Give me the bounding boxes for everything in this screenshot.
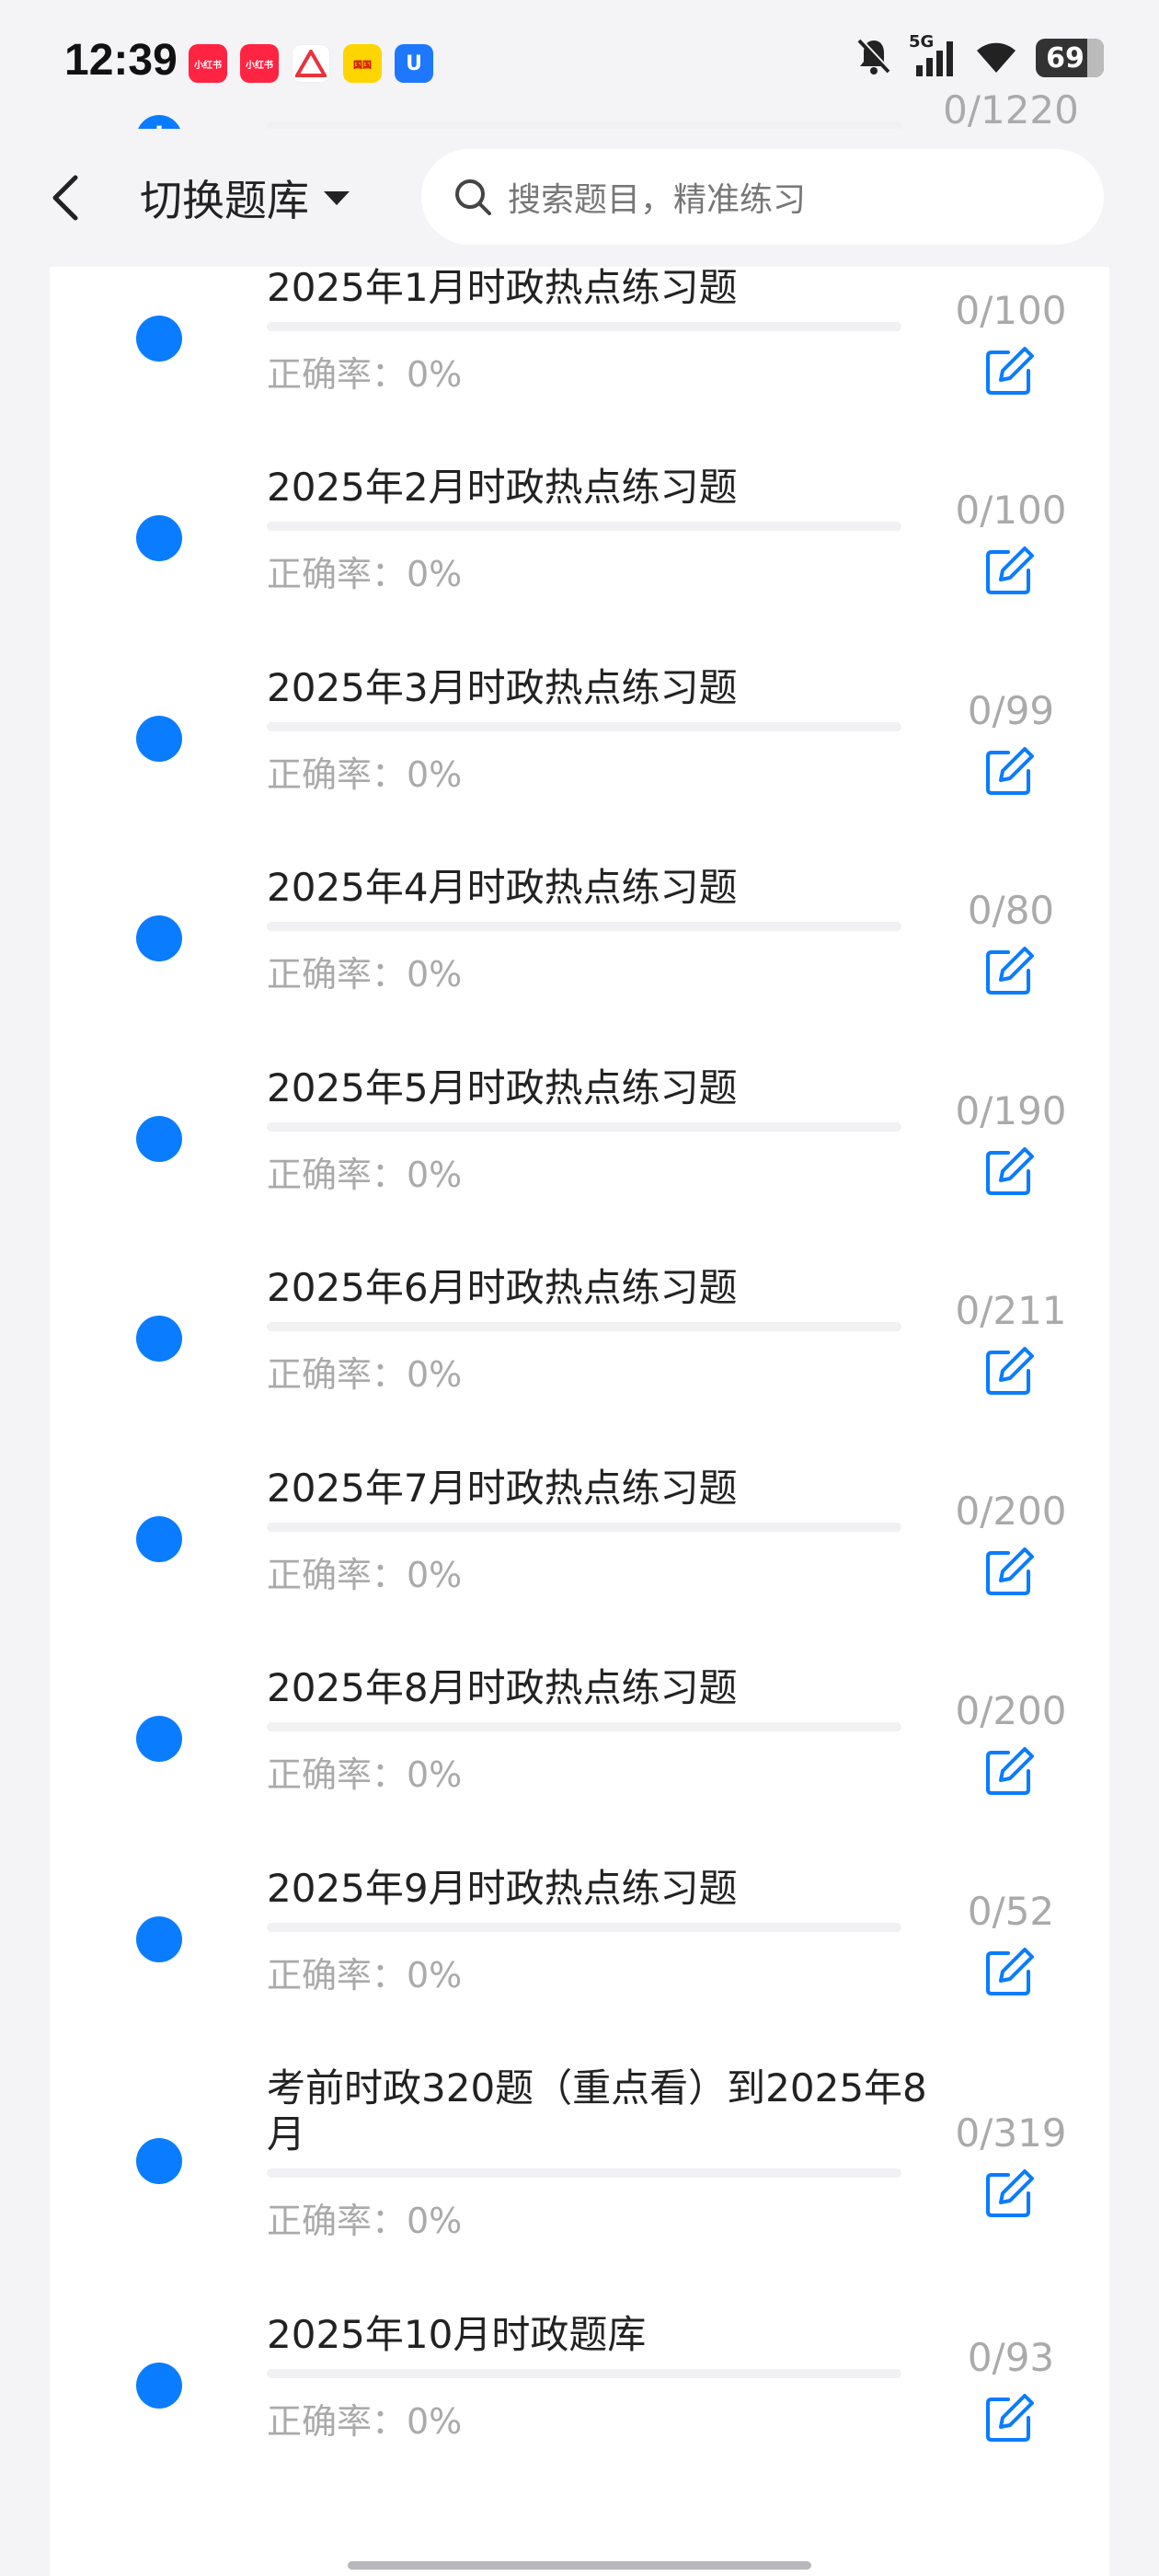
- question-bank-row[interactable]: 2025年10月时政题库正确率：0% 0/93: [50, 2289, 1109, 2490]
- top-nav-bar: 切换题库 搜索题目，精准练习: [0, 129, 1159, 267]
- bank-title: 2025年1月时政热点练习题: [267, 264, 738, 310]
- edit-practice-icon[interactable]: [981, 1544, 1036, 1599]
- search-icon: [455, 179, 491, 215]
- edit-practice-icon[interactable]: [981, 743, 1036, 799]
- progress-count: 0/319: [955, 2110, 1067, 2156]
- progress-bar: [267, 2168, 901, 2178]
- progress-bar: [267, 721, 901, 731]
- search-placeholder: 搜索题目，精准练习: [508, 181, 807, 219]
- caret-down-icon: [324, 191, 350, 205]
- edit-practice-icon[interactable]: [981, 2166, 1036, 2221]
- search-input[interactable]: 搜索题目，精准练习: [421, 149, 1104, 245]
- progress-bar: [267, 522, 901, 531]
- accuracy-rate: 正确率：0%: [267, 954, 463, 995]
- accuracy-rate: 正确率：0%: [267, 753, 463, 795]
- bullet-dot-icon: [136, 315, 182, 362]
- progress-count: 0/211: [955, 1288, 1067, 1333]
- question-bank-row[interactable]: 2025年1月时政热点练习题正确率：0% 0/100: [50, 242, 1109, 443]
- accuracy-rate: 正确率：0%: [267, 2401, 463, 2442]
- accuracy-rate: 正确率：0%: [267, 554, 463, 594]
- bank-title: 2025年2月时政热点练习题: [267, 465, 738, 510]
- question-bank-row[interactable]: 2025年9月时政热点练习题正确率：0% 0/52: [50, 1843, 1109, 2043]
- accuracy-rate: 正确率：0%: [267, 1954, 463, 1995]
- bullet-dot-icon: [136, 1115, 182, 1162]
- edit-practice-icon[interactable]: [981, 2390, 1036, 2445]
- question-bank-row[interactable]: 考前时政320题（重点看）到2025年8月正确率：0% 0/319: [50, 2042, 1109, 2289]
- bullet-dot-icon: [136, 2138, 182, 2184]
- question-bank-row[interactable]: 2025年5月时政热点练习题正确率：0% 0/190: [50, 1042, 1109, 1243]
- bank-title: 2025年5月时政热点练习题: [267, 1064, 738, 1110]
- progress-count: 0/80: [967, 888, 1055, 933]
- question-bank-row[interactable]: 2025年6月时政热点练习题正确率：0% 0/211: [50, 1242, 1109, 1443]
- bullet-dot-icon: [136, 715, 182, 762]
- bank-title: 2025年8月时政热点练习题: [267, 1665, 738, 1710]
- bullet-dot-icon: [136, 915, 182, 961]
- question-bank-row[interactable]: 2025年4月时政热点练习题正确率：0% 0/80: [50, 842, 1109, 1042]
- bank-title: 2025年7月时政热点练习题: [267, 1465, 738, 1511]
- edit-practice-icon[interactable]: [981, 343, 1036, 398]
- progress-bar: [267, 1722, 901, 1731]
- question-bank-list: +正确率：0%0/12202025年1月时政热点练习题正确率：0%0/10020…: [50, 87, 1109, 2576]
- progress-count: 0/93: [967, 2335, 1055, 2380]
- edit-practice-icon[interactable]: [981, 943, 1036, 998]
- edit-practice-icon[interactable]: [981, 1343, 1036, 1398]
- bank-title: 2025年4月时政热点练习题: [267, 865, 738, 910]
- battery-level: 69: [1046, 41, 1084, 75]
- progress-count: 0/52: [967, 1888, 1055, 1934]
- bank-title: 2025年9月时政热点练习题: [267, 1865, 738, 1911]
- accuracy-rate: 正确率：0%: [267, 1554, 463, 1595]
- bullet-dot-icon: [136, 515, 182, 561]
- question-bank-row[interactable]: 2025年8月时政热点练习题正确率：0% 0/200: [50, 1642, 1109, 1843]
- edit-practice-icon[interactable]: [981, 543, 1036, 598]
- question-bank-row[interactable]: 2025年2月时政热点练习题正确率：0% 0/100: [50, 442, 1109, 642]
- bullet-dot-icon: [136, 1716, 182, 1762]
- switch-bank-label: 切换题库: [140, 176, 309, 225]
- back-button[interactable]: [48, 166, 103, 230]
- bank-title: 考前时政320题（重点看）到2025年8月: [267, 2065, 927, 2156]
- accuracy-rate: 正确率：0%: [267, 2201, 463, 2241]
- progress-bar: [267, 922, 901, 931]
- progress-bar: [267, 321, 901, 331]
- bullet-dot-icon: [136, 1515, 182, 1562]
- progress-count: 0/100: [955, 287, 1067, 333]
- progress-count: 0/200: [955, 1488, 1067, 1534]
- progress-count: 0/200: [955, 1688, 1067, 1733]
- progress-bar: [267, 1522, 901, 1532]
- bank-title: 2025年3月时政热点练习题: [267, 664, 738, 710]
- bank-title: 2025年6月时政热点练习题: [267, 1265, 738, 1310]
- progress-bar: [267, 1121, 901, 1132]
- question-bank-row[interactable]: 2025年7月时政热点练习题正确率：0% 0/200: [50, 1443, 1109, 1643]
- accuracy-rate: 正确率：0%: [267, 1154, 463, 1195]
- edit-practice-icon[interactable]: [981, 1144, 1036, 1199]
- back-arrow-icon: [52, 175, 78, 221]
- bullet-dot-icon: [136, 1316, 182, 1362]
- progress-bar: [267, 1322, 901, 1331]
- progress-count: 0/190: [955, 1087, 1067, 1133]
- progress-count: 0/1220: [943, 87, 1079, 132]
- switch-bank-dropdown[interactable]: 切换题库: [140, 166, 351, 230]
- accuracy-rate: 正确率：0%: [267, 1354, 463, 1395]
- question-bank-row[interactable]: 2025年3月时政热点练习题正确率：0% 0/99: [50, 642, 1109, 843]
- progress-count: 0/100: [955, 488, 1067, 533]
- edit-practice-icon[interactable]: [981, 1944, 1036, 1999]
- progress-bar: [267, 2369, 901, 2378]
- accuracy-rate: 正确率：0%: [267, 1754, 463, 1795]
- bullet-dot-icon: [136, 2363, 182, 2409]
- edit-practice-icon[interactable]: [981, 1743, 1036, 1799]
- progress-bar: [267, 1922, 901, 1932]
- progress-count: 0/99: [967, 687, 1055, 733]
- bank-title: 2025年10月时政题库: [267, 2312, 647, 2357]
- accuracy-rate: 正确率：0%: [267, 353, 463, 395]
- home-indicator[interactable]: [348, 2561, 811, 2570]
- bullet-dot-icon: [136, 1915, 182, 1962]
